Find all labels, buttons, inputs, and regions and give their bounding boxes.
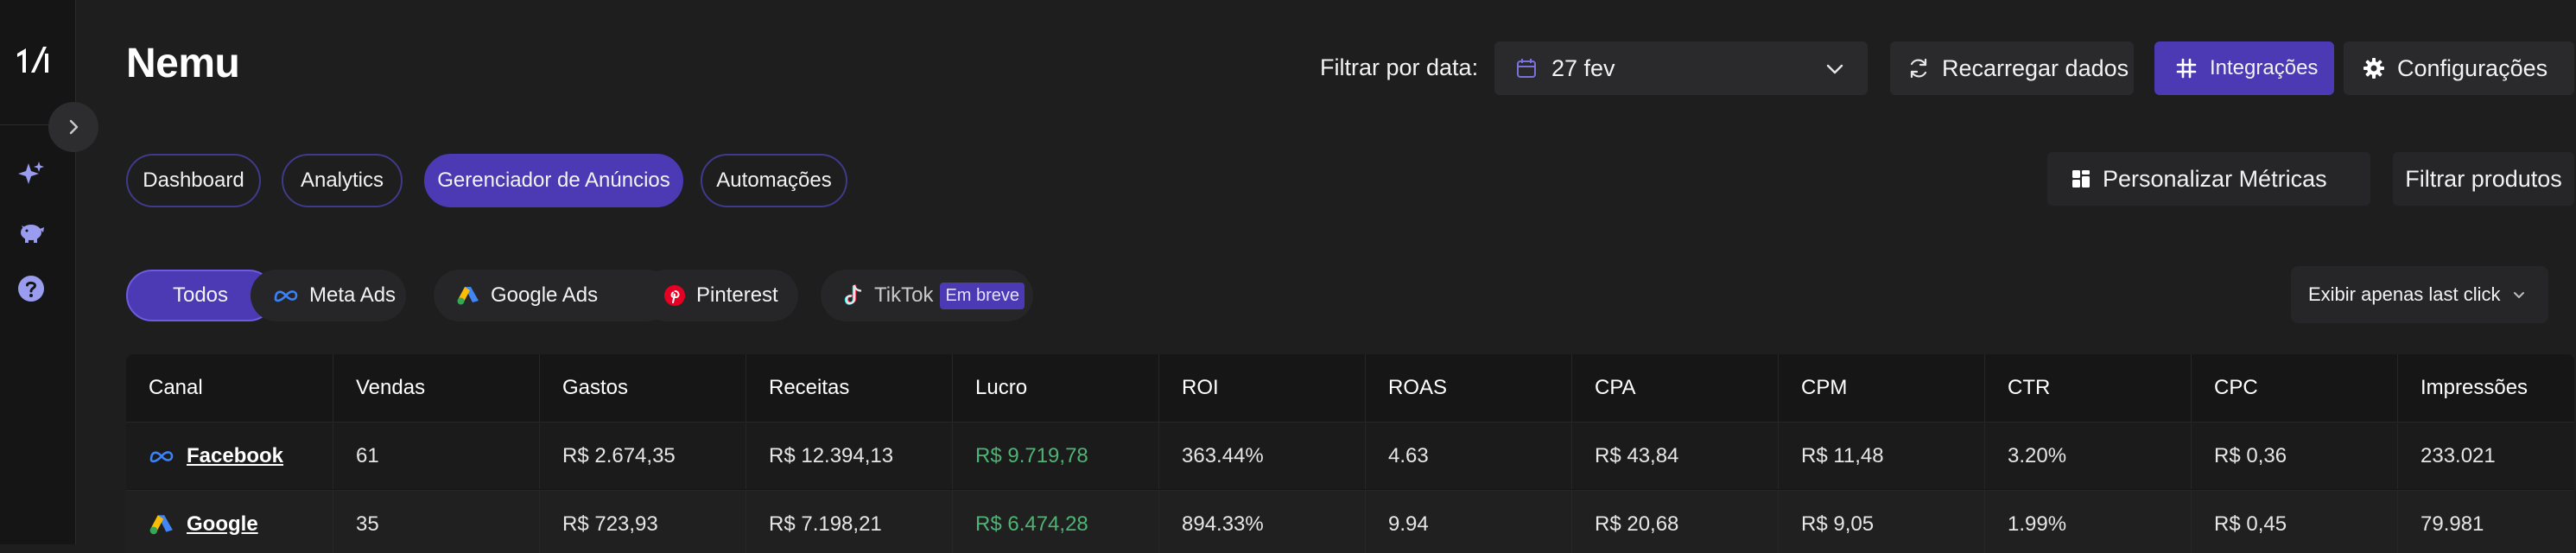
table-header: Canal Vendas Gastos Receitas Lucro ROI R…: [126, 354, 2574, 422]
main-content: Nemu Filtrar por data: 27 fev Recarregar…: [76, 0, 2576, 553]
channel-chip-meta[interactable]: Meta Ads: [251, 270, 406, 321]
filter-products-button[interactable]: Filtrar produtos: [2393, 152, 2574, 206]
grid-icon: [2072, 170, 2090, 188]
date-filter-select[interactable]: 27 fev: [1494, 41, 1868, 95]
channel-chip-all-label: Todos: [172, 283, 229, 307]
impressions-cell: 79.981: [2397, 491, 2574, 553]
revenue-cell: R$ 7.198,21: [746, 491, 952, 553]
reload-data-label: Recarregar dados: [1942, 54, 2129, 81]
column-header[interactable]: Impressões: [2397, 354, 2574, 422]
channel-chip-tiktok-label: TikTok: [874, 283, 934, 307]
channel-chip-google[interactable]: Google Ads: [434, 270, 672, 321]
column-header[interactable]: ROAS: [1365, 354, 1571, 422]
customize-metrics-label: Personalizar Métricas: [2103, 165, 2327, 192]
calendar-icon: [1517, 59, 1536, 78]
google-ads-icon: [149, 514, 173, 534]
sparkles-icon[interactable]: [16, 159, 47, 190]
roi-cell: 363.44%: [1158, 423, 1365, 489]
profit-cell: R$ 9.719,78: [952, 423, 1158, 489]
coming-soon-badge: Em breve: [940, 282, 1025, 309]
channel-chip-google-label: Google Ads: [491, 283, 599, 307]
help-icon[interactable]: [16, 273, 47, 304]
google-ads-icon: [457, 287, 479, 305]
roi-cell: 894.33%: [1158, 491, 1365, 553]
channel-link-facebook[interactable]: Facebook: [187, 444, 283, 468]
table-row: Google 35 R$ 723,93 R$ 7.198,21 R$ 6.474…: [126, 490, 2574, 553]
roas-cell: 9.94: [1365, 491, 1571, 553]
piggy-bank-icon[interactable]: [16, 216, 47, 247]
sidebar: [0, 0, 76, 544]
sales-cell: 35: [333, 491, 539, 553]
column-header[interactable]: Gastos: [539, 354, 746, 422]
channel-cell: Facebook: [126, 423, 333, 489]
settings-label: Configurações: [2397, 54, 2548, 81]
channel-chip-meta-label: Meta Ads: [309, 283, 397, 307]
expand-sidebar-button[interactable]: [48, 102, 98, 152]
channels-table: Canal Vendas Gastos Receitas Lucro ROI R…: [126, 354, 2574, 553]
nemu-logo[interactable]: [14, 41, 52, 79]
cpa-cell: R$ 20,68: [1571, 491, 1778, 553]
revenue-cell: R$ 12.394,13: [746, 423, 952, 489]
table-row: Facebook 61 R$ 2.674,35 R$ 12.394,13 R$ …: [126, 422, 2574, 489]
channel-chip-tiktok[interactable]: TikTok Em breve: [821, 270, 1033, 321]
profit-cell: R$ 6.474,28: [952, 491, 1158, 553]
hash-icon: [2176, 58, 2197, 79]
roas-cell: 4.63: [1365, 423, 1571, 489]
channel-link-google[interactable]: Google: [187, 512, 258, 537]
spend-cell: R$ 2.674,35: [539, 423, 746, 489]
column-header[interactable]: CPC: [2191, 354, 2397, 422]
cpc-cell: R$ 0,45: [2191, 491, 2397, 553]
page-title: Nemu: [126, 41, 240, 86]
column-header[interactable]: Lucro: [952, 354, 1158, 422]
meta-icon: [149, 450, 174, 462]
customize-metrics-button[interactable]: Personalizar Métricas: [2047, 152, 2370, 206]
spend-cell: R$ 723,93: [539, 491, 746, 553]
meta-icon: [274, 290, 298, 302]
cpm-cell: R$ 11,48: [1778, 423, 1984, 489]
pinterest-icon: [664, 285, 685, 306]
date-filter-value: 27 fev: [1551, 54, 1615, 81]
chevron-down-icon: [2513, 292, 2524, 298]
date-filter-label: Filtrar por data:: [1320, 54, 1479, 80]
channel-cell: Google: [126, 491, 333, 553]
column-header[interactable]: CPM: [1778, 354, 1984, 422]
column-header[interactable]: Canal: [126, 354, 333, 422]
ctr-cell: 3.20%: [1984, 423, 2191, 489]
cpc-cell: R$ 0,36: [2191, 423, 2397, 489]
refresh-icon: [1910, 58, 1927, 79]
attribution-select-value: Exibir apenas last click: [2308, 283, 2501, 305]
tab-automations[interactable]: Automações: [701, 154, 847, 207]
settings-button[interactable]: Configurações: [2344, 41, 2574, 95]
impressions-cell: 233.021: [2397, 423, 2574, 489]
ctr-cell: 1.99%: [1984, 491, 2191, 553]
channel-chip-pinterest-label: Pinterest: [696, 283, 778, 307]
chevron-down-icon: [1826, 64, 1843, 74]
gear-icon: [2363, 58, 2384, 79]
tab-analytics[interactable]: Analytics: [282, 154, 403, 207]
column-header[interactable]: CPA: [1571, 354, 1778, 422]
cpm-cell: R$ 9,05: [1778, 491, 1984, 553]
column-header[interactable]: Receitas: [746, 354, 952, 422]
cpa-cell: R$ 43,84: [1571, 423, 1778, 489]
column-header[interactable]: ROI: [1158, 354, 1365, 422]
chevron-right-icon: [69, 119, 79, 135]
tab-dashboard[interactable]: Dashboard: [126, 154, 261, 207]
tab-ads-manager[interactable]: Gerenciador de Anúncios: [424, 154, 683, 207]
reload-data-button[interactable]: Recarregar dados: [1890, 41, 2134, 95]
integrations-label: Integrações: [2210, 56, 2319, 79]
attribution-select[interactable]: Exibir apenas last click: [2291, 266, 2548, 323]
sales-cell: 61: [333, 423, 539, 489]
channel-chip-pinterest[interactable]: Pinterest: [641, 270, 798, 321]
integrations-button[interactable]: Integrações: [2154, 41, 2334, 95]
column-header[interactable]: CTR: [1984, 354, 2191, 422]
column-header[interactable]: Vendas: [333, 354, 539, 422]
tiktok-icon: [844, 284, 862, 305]
